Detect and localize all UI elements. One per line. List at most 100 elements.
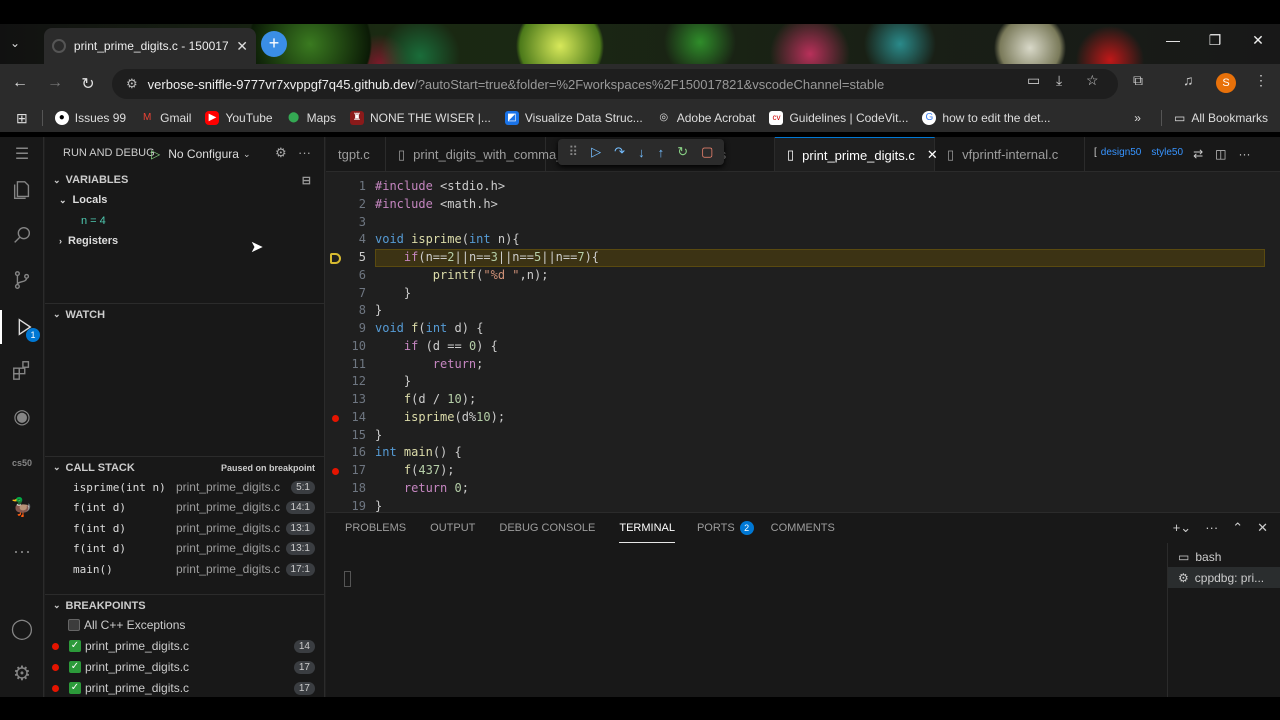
tab-label: tgpt.c xyxy=(338,147,370,162)
gear-icon[interactable]: ⚙ xyxy=(10,662,34,686)
bookmark-gmail[interactable]: M Gmail xyxy=(140,111,192,125)
tab-ports[interactable]: PORTS 2 xyxy=(697,513,754,543)
window-close-icon[interactable]: ✕ xyxy=(1248,32,1268,49)
tab-search-icon[interactable]: ⌄ xyxy=(10,36,20,50)
ports-badge: 2 xyxy=(739,521,754,535)
breakpoint-item[interactable]: ✓ print_prime_digits.c 17 xyxy=(45,678,325,698)
more-actions-icon[interactable]: ··· xyxy=(298,145,311,160)
exceptions-breakpoint[interactable]: All C++ Exceptions xyxy=(45,615,325,635)
tab-tgpt[interactable]: tgpt.c xyxy=(326,137,386,171)
cs50-icon[interactable]: cs50 xyxy=(10,451,34,475)
site-info-icon[interactable]: ⚙ xyxy=(126,76,138,92)
menu-icon[interactable]: ☰ xyxy=(10,143,34,167)
tab-comments[interactable]: COMMENTS xyxy=(771,513,835,543)
locals-scope[interactable]: ⌄ Locals xyxy=(45,190,325,210)
continue-icon[interactable]: ▷ xyxy=(591,144,601,160)
tab-print-digits-with-comma[interactable]: ▯ print_digits_with_comma_c xyxy=(386,137,570,171)
call-stack-frame[interactable]: f(int d) print_prime_digits.c 13:1 xyxy=(45,538,325,558)
debug-config-select[interactable]: ▷ No Configura ⌄ xyxy=(151,144,269,164)
terminal-cppdbg[interactable]: ⚙ cppdbg: pri... xyxy=(1168,567,1280,588)
new-terminal-icon[interactable]: +⌄ xyxy=(1173,520,1191,536)
bookmark-maps[interactable]: ⬤ Maps xyxy=(287,111,336,125)
bookmark-how-to-edit[interactable]: Ghow to edit the det... xyxy=(922,111,1051,125)
tab-vfprintf-internal[interactable]: ▯ vfprintf-internal.c xyxy=(935,137,1085,171)
tab-terminal[interactable]: TERMINAL xyxy=(619,513,675,543)
restore-icon[interactable]: ❐ xyxy=(1205,32,1225,49)
call-stack-header[interactable]: ⌄ CALL STACK Paused on breakpoint xyxy=(45,456,325,478)
page-icon[interactable]: ▭ xyxy=(1027,72,1040,89)
watch-header[interactable]: ⌄ WATCH xyxy=(45,303,325,325)
install-app-icon[interactable]: ⤓ xyxy=(1056,72,1062,89)
variable-n[interactable]: n = 4 xyxy=(45,211,325,231)
source-control-icon[interactable] xyxy=(10,269,34,293)
media-icon[interactable]: ♫ xyxy=(1183,72,1194,88)
tab-print-prime-digits[interactable]: ▯ print_prime_digits.c ✕ xyxy=(775,137,938,171)
browser-tab-active[interactable]: print_prime_digits.c - 15001782 ✕ xyxy=(44,28,256,64)
settings-gear-icon[interactable]: ⚙ xyxy=(275,145,287,161)
search-icon[interactable] xyxy=(10,224,34,248)
forward-icon[interactable]: → xyxy=(45,74,65,92)
drag-handle-icon[interactable]: ⠿ xyxy=(569,144,579,160)
bookmark-visualize[interactable]: ◩ Visualize Data Struc... xyxy=(504,111,643,125)
account-icon[interactable]: ◯ xyxy=(10,617,34,641)
more-actions-icon[interactable]: ··· xyxy=(1205,520,1218,536)
design50-button[interactable]: design50 xyxy=(1101,147,1142,161)
bookmark-codevita[interactable]: cv Guidelines | CodeVit... xyxy=(769,111,908,125)
variables-header[interactable]: ⌄ VARIABLES ⊟ xyxy=(45,169,325,191)
reload-icon[interactable]: ↻ xyxy=(78,74,98,94)
breakpoint-item[interactable]: ✓ print_prime_digits.c 17 xyxy=(45,657,325,677)
tab-output[interactable]: OUTPUT xyxy=(430,513,475,543)
call-stack-frame[interactable]: isprime(int n) print_prime_digits.c 5:1 xyxy=(45,477,325,497)
split-editor-icon[interactable]: ◫ xyxy=(1215,147,1226,161)
bookmark-youtube[interactable]: ▶ YouTube xyxy=(205,111,273,125)
collapse-all-icon[interactable]: ⊟ xyxy=(302,174,311,187)
checkbox[interactable] xyxy=(68,619,80,631)
call-stack-frame[interactable]: f(int d) print_prime_digits.c 14:1 xyxy=(45,497,325,517)
step-over-icon[interactable]: ↷ xyxy=(614,144,625,160)
tab-debug-console[interactable]: DEBUG CONSOLE xyxy=(499,513,595,543)
breakpoint-item[interactable]: ✓ print_prime_digits.c 14 xyxy=(45,636,325,656)
close-panel-icon[interactable]: ✕ xyxy=(1257,520,1268,536)
bookmark-star-icon[interactable]: ☆ xyxy=(1086,72,1099,89)
extensions-icon[interactable] xyxy=(10,359,34,383)
checkbox[interactable]: ✓ xyxy=(69,682,81,694)
bookmark-issues[interactable]: ● Issues 99 xyxy=(54,111,126,125)
stop-icon[interactable]: ▢ xyxy=(701,144,713,160)
address-bar[interactable]: ⚙ verbose-sniffle-9777vr7xvppgf7q45.gith… xyxy=(112,69,1118,99)
step-into-icon[interactable]: ↓ xyxy=(638,145,645,160)
start-debug-icon[interactable]: ▷ xyxy=(151,147,160,161)
breakpoints-header[interactable]: ⌄ BREAKPOINTS xyxy=(45,594,325,616)
checkbox[interactable]: ✓ xyxy=(69,661,81,673)
style50-button[interactable]: style50 xyxy=(1151,147,1183,161)
maximize-panel-icon[interactable]: ⌃ xyxy=(1232,520,1243,536)
minimize-icon[interactable]: — xyxy=(1163,32,1183,48)
run-debug-icon[interactable]: 1 xyxy=(0,310,44,344)
explorer-icon[interactable] xyxy=(10,179,34,203)
registers-scope[interactable]: › Registers xyxy=(45,231,325,251)
code-editor[interactable]: 1 #include <stdio.h> 2 #include <math.h> 3 4 v… xyxy=(326,172,1280,513)
call-stack-frame[interactable]: f(int d) print_prime_digits.c 13:1 xyxy=(45,518,325,538)
terminal-cursor[interactable] xyxy=(344,571,351,587)
checkbox[interactable]: ✓ xyxy=(69,640,81,652)
more-bookmarks-icon[interactable]: » xyxy=(1134,111,1141,125)
profile-avatar[interactable]: S xyxy=(1216,73,1236,93)
bookmark-acrobat[interactable]: ◎ Adobe Acrobat xyxy=(657,111,755,125)
apps-grid-icon[interactable]: ⊞ xyxy=(16,110,28,127)
step-out-icon[interactable]: ↑ xyxy=(658,145,665,160)
back-icon[interactable]: ← xyxy=(10,74,30,92)
browser-menu-icon[interactable]: ⋮ xyxy=(1254,72,1268,89)
close-tab-icon[interactable]: ✕ xyxy=(236,38,248,55)
compare-icon[interactable]: ⇄ xyxy=(1193,147,1203,161)
github-icon[interactable]: ◉ xyxy=(10,405,34,429)
duck-icon[interactable]: 🦆 xyxy=(10,495,34,519)
tab-problems[interactable]: PROBLEMS xyxy=(345,513,406,543)
all-bookmarks[interactable]: » ▭ All Bookmarks xyxy=(1134,104,1268,132)
restart-icon[interactable]: ↻ xyxy=(677,144,688,160)
more-icon[interactable]: ··· xyxy=(10,539,34,563)
terminal-bash[interactable]: ▭ bash xyxy=(1168,546,1280,567)
bookmark-none-the-wiser[interactable]: ♜ NONE THE WISER |... xyxy=(349,111,491,125)
extensions-icon[interactable]: ⧉ xyxy=(1133,72,1143,89)
call-stack-frame[interactable]: main() print_prime_digits.c 17:1 xyxy=(45,559,325,579)
more-actions-icon[interactable]: ··· xyxy=(1238,147,1250,161)
new-tab-button[interactable]: + xyxy=(261,31,287,57)
